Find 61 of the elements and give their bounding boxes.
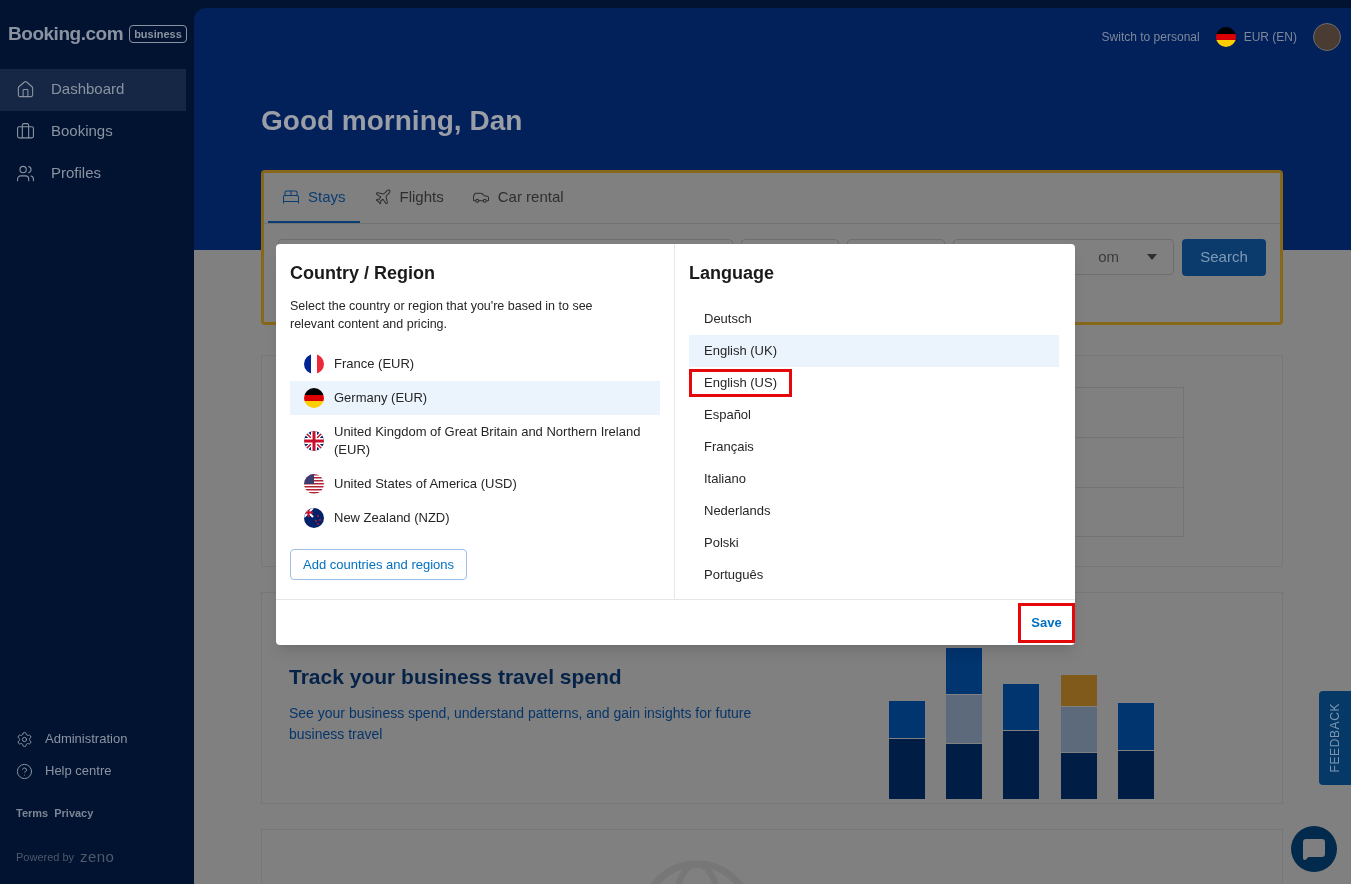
footer-link[interactable]: Privacy — [54, 805, 94, 822]
greeting: Good morning, Dan — [260, 104, 524, 138]
bar-segment — [946, 648, 982, 694]
language-option[interactable]: Italiano — [689, 465, 761, 493]
flag-icon — [304, 388, 324, 408]
dialog-heading: Language — [689, 262, 775, 285]
language-option[interactable]: Português — [689, 561, 779, 589]
avatar[interactable] — [1313, 23, 1341, 51]
brand-logo: zeno — [80, 846, 115, 867]
nav-item[interactable]: Profiles — [0, 152, 186, 195]
plane-icon — [373, 188, 392, 206]
flag-icon — [304, 508, 324, 528]
language-option[interactable]: Nederlands — [689, 497, 786, 525]
flag-icon — [304, 431, 324, 451]
nav-item[interactable]: Administration — [16, 729, 178, 749]
flag-icon — [1215, 27, 1236, 47]
language-option[interactable]: Deutsch — [689, 305, 767, 333]
country-option[interactable]: United Kingdom of Great Britain and Northern Ireland (EUR) — [290, 415, 660, 467]
country-option[interactable]: United States of America (USD) — [290, 467, 660, 501]
powered-by-text: Powered by — [16, 849, 75, 865]
help-icon — [16, 762, 33, 780]
card-text: See your business spend, understand patterns, and gain insights for future business travel — [289, 703, 753, 744]
language-option[interactable]: Polski — [689, 529, 754, 557]
add-countries-button[interactable]: Add countries and regions — [290, 549, 468, 580]
country-option[interactable]: France (EUR) — [290, 347, 660, 381]
caret-icon — [1147, 254, 1157, 260]
save-button[interactable]: Save — [1018, 602, 1075, 643]
currency-selector[interactable]: EUR (EN) — [1215, 27, 1297, 47]
chat-icon — [1302, 837, 1326, 861]
dialog-text: Select the country or region that you're based in to see relevant content and pricing. — [290, 298, 594, 333]
bar-segment — [946, 744, 982, 799]
bar-segment — [1118, 703, 1154, 750]
language-option[interactable]: English (US) — [689, 369, 792, 397]
switch-link[interactable]: Switch to personal — [1101, 28, 1200, 46]
bar-segment — [1118, 751, 1154, 799]
country-option[interactable]: Germany (EUR) — [290, 381, 660, 415]
logo-badge: business — [129, 25, 187, 44]
bed-icon — [282, 188, 300, 206]
home-icon — [16, 80, 35, 99]
feedback-tab[interactable]: FEEDBACK — [1319, 691, 1351, 785]
nav-item[interactable]: Bookings — [0, 110, 186, 153]
nav-item[interactable]: Dashboard — [0, 68, 186, 111]
settings-icon — [16, 730, 33, 748]
card-title: Track your business travel spend — [289, 664, 623, 690]
language-option[interactable]: Français — [689, 433, 769, 461]
country-option[interactable]: New Zealand (NZD) — [290, 501, 660, 535]
flag-icon — [304, 474, 324, 494]
people-icon — [16, 164, 35, 183]
flag-icon — [304, 354, 324, 374]
dialog-heading: Country / Region — [290, 262, 436, 285]
footer-link[interactable]: Terms — [16, 805, 49, 822]
chat-button[interactable] — [1291, 826, 1337, 872]
nav-item[interactable]: Help centre — [16, 761, 178, 781]
search-tab[interactable]: Car rental — [457, 173, 578, 223]
briefcase-icon — [16, 122, 35, 141]
bar-segment — [1061, 753, 1097, 799]
logo[interactable]: Booking.com — [8, 20, 124, 49]
search-button[interactable]: Search — [1182, 239, 1266, 276]
language-option[interactable]: Español — [689, 401, 766, 429]
search-tab[interactable]: Flights — [359, 173, 458, 223]
bar-segment — [946, 695, 982, 743]
